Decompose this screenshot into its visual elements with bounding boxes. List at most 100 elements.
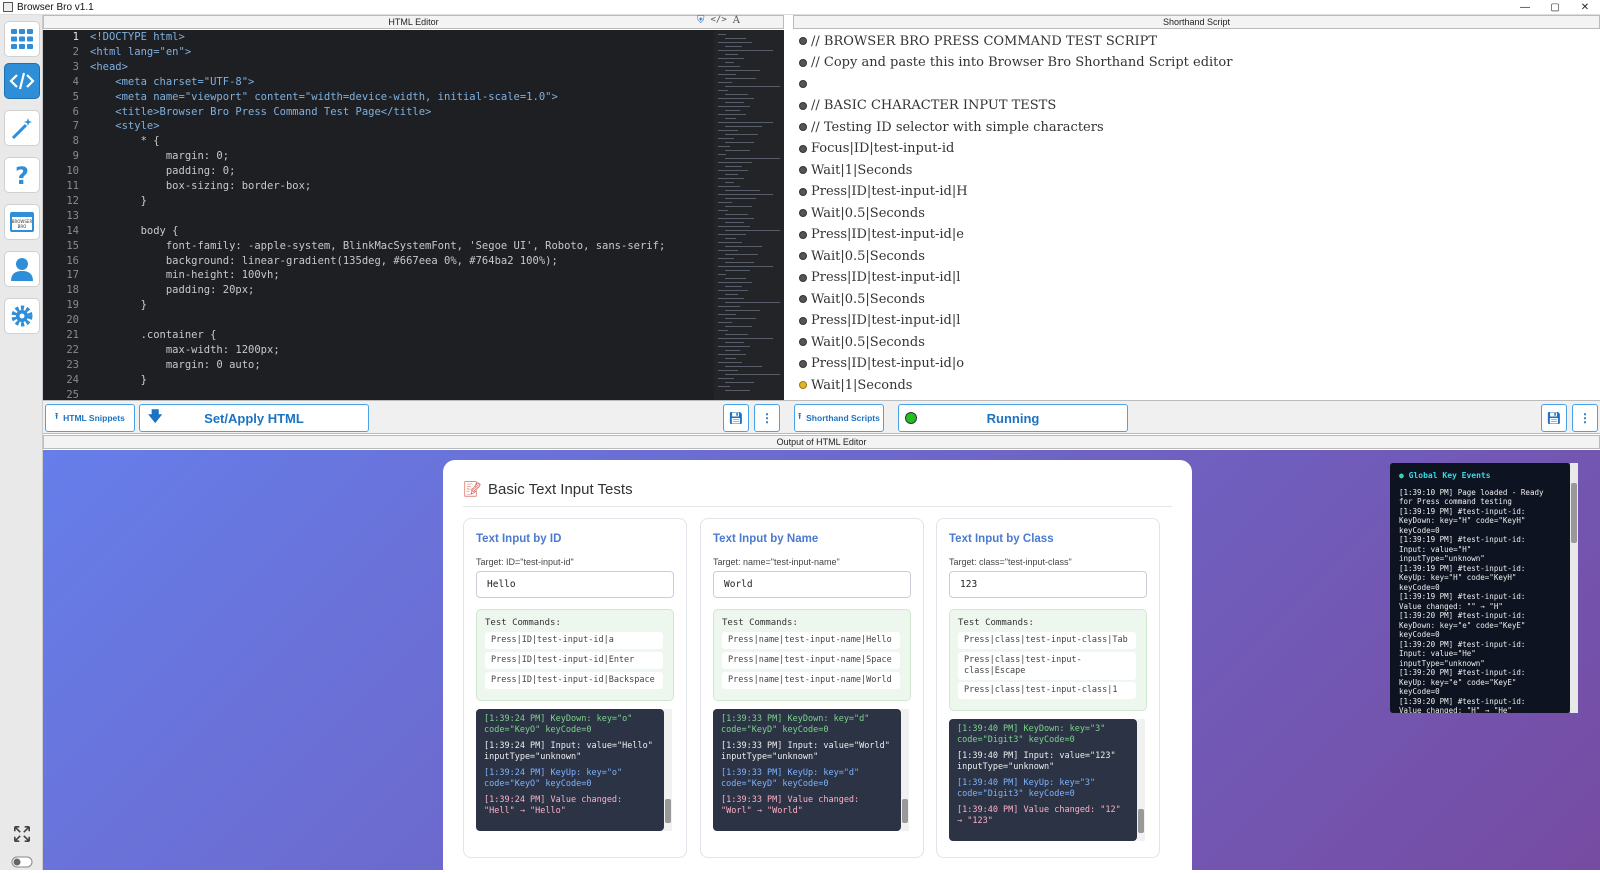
script-line-text: // BASIC CHARACTER INPUT TESTS — [811, 98, 1057, 113]
code-line: padding: 20px; — [90, 284, 255, 297]
global-log-entry: [1:39:20 PM] #test-input-id: Input: valu… — [1399, 639, 1526, 668]
script-line[interactable] — [799, 74, 811, 94]
commands-label: Test Commands: — [485, 618, 561, 628]
script-line[interactable]: // BASIC CHARACTER INPUT TESTS — [799, 96, 1056, 116]
line-number: 17 — [66, 269, 79, 282]
line-number: 21 — [66, 329, 79, 341]
script-more-button[interactable]: ⋮ — [1572, 404, 1598, 432]
breakpoint-dot-icon[interactable] — [799, 295, 807, 303]
code-line: background: linear-gradient(135deg, #667… — [90, 254, 558, 267]
breakpoint-dot-icon[interactable] — [799, 101, 807, 110]
script-line[interactable]: Press|ID|test-input-id|l — [799, 268, 960, 288]
save-script-button[interactable]: 💾︎ — [1541, 404, 1567, 432]
global-log-scrollbar[interactable] — [1570, 463, 1578, 713]
breakpoint-dot-icon[interactable] — [799, 338, 807, 346]
script-line[interactable]: Wait|0.5|Seconds — [799, 289, 925, 309]
global-key-events-log: ● Global Key Events [1:39:10 PM] Page lo… — [1390, 463, 1570, 713]
breakpoint-dot-icon[interactable] — [799, 144, 807, 153]
breakpoint-dot-icon[interactable] — [799, 58, 807, 67]
breakpoint-dot-icon[interactable] — [799, 80, 807, 88]
shield-icon[interactable]: ⛨ — [697, 15, 705, 29]
script-line[interactable]: Focus|ID|test-input-id — [799, 139, 954, 159]
status-indicator-icon — [905, 412, 917, 424]
shorthand-script-title: Shorthand Script — [793, 15, 1600, 29]
script-line-text: Focus|ID|test-input-id — [811, 141, 955, 156]
svg-text:?: ? — [15, 162, 29, 188]
breakpoint-dot-icon[interactable] — [799, 359, 807, 368]
script-line[interactable]: Wait|0.5|Seconds — [799, 332, 925, 352]
breakpoint-dot-icon[interactable] — [799, 316, 807, 325]
html-code-editor[interactable]: 1 <!DOCTYPE html> 2 <html lang="en"> 3 <head>… — [43, 30, 784, 400]
breakpoint-dot-icon[interactable] — [799, 273, 807, 282]
code-line: } — [90, 194, 147, 207]
save-html-button[interactable]: 💾︎ — [723, 404, 749, 432]
breakpoint-dot-icon[interactable] — [799, 209, 807, 217]
global-log-entry: [1:39:20 PM] #test-input-id: KeyUp: key=… — [1399, 668, 1526, 696]
sidebar-magic-button[interactable] — [4, 110, 40, 146]
global-log-entry: [1:39:20 PM] #test-input-id: Value chang… — [1399, 696, 1526, 714]
commands-label: Test Commands: — [958, 618, 1034, 628]
settings-gear-icon — [11, 305, 33, 327]
event-log-scrollbar[interactable] — [664, 709, 672, 831]
script-line[interactable]: Press|ID|test-input-id|H — [799, 182, 968, 202]
code-view-icon[interactable]: </> — [711, 15, 727, 29]
script-line[interactable]: // BROWSER BRO PRESS COMMAND TEST SCRIPT — [799, 31, 1157, 51]
breakpoint-dot-icon[interactable] — [799, 252, 807, 260]
upload-icon: ⭱ — [798, 411, 802, 421]
line-number: 15 — [66, 239, 79, 252]
run-status-button[interactable]: Running — [898, 404, 1128, 432]
minimize-button[interactable]: — — [1510, 0, 1540, 15]
script-line[interactable]: Wait|0.5|Seconds — [799, 203, 925, 223]
maximize-button[interactable]: ▢ — [1540, 0, 1570, 15]
breakpoint-dot-icon[interactable] — [799, 187, 807, 196]
script-line[interactable]: Press|ID|test-input-id|e — [799, 225, 964, 245]
sidebar-browser-bro-button[interactable]: BROWSER BRO — [4, 204, 40, 240]
code-line: margin: 0 auto; — [90, 358, 261, 371]
breakpoint-dot-icon[interactable] — [799, 123, 807, 131]
expand-icon[interactable] — [11, 823, 33, 845]
html-snippets-button[interactable]: ⭱ HTML Snippets — [45, 404, 135, 432]
close-button[interactable]: ✕ — [1570, 0, 1600, 15]
font-icon[interactable]: A — [733, 15, 740, 29]
breakpoint-dot-icon[interactable] — [799, 166, 807, 174]
sidebar-settings-button[interactable] — [4, 298, 40, 334]
breakpoint-dot-icon[interactable] — [799, 381, 807, 389]
global-log-title: ● Global Key Events — [1399, 471, 1491, 480]
event-log-scrollbar[interactable] — [901, 709, 909, 831]
script-line[interactable]: // Copy and paste this into Browser Bro … — [799, 53, 1232, 73]
log-entry: [1:39:40 PM] KeyUp: key="3" code="Digit3… — [957, 778, 1096, 799]
script-line[interactable]: Press|ID|test-input-id|l — [799, 311, 960, 331]
code-line: max-width: 1200px; — [90, 343, 280, 356]
script-line[interactable]: Wait|0.5|Seconds — [799, 246, 925, 266]
sidebar-apps-button[interactable] — [4, 21, 40, 57]
code-line: } — [90, 299, 147, 312]
script-line[interactable]: Press|ID|test-input-id|o — [799, 354, 964, 374]
test-input-field[interactable]: Hello — [476, 571, 674, 598]
breakpoint-dot-icon[interactable] — [799, 37, 807, 45]
user-icon — [11, 258, 33, 281]
test-command: Press|ID|test-input-id|a — [485, 632, 663, 649]
script-line-text: Wait|0.5|Seconds — [811, 248, 925, 264]
code-line: <meta charset="UTF-8"> — [90, 75, 255, 88]
script-line-text: // Copy and paste this into Browser Bro … — [811, 55, 1233, 70]
apps-grid-icon — [11, 29, 33, 49]
global-log-entry: [1:39:19 PM] #test-input-id: Value chang… — [1399, 592, 1526, 611]
test-input-field[interactable]: World — [713, 571, 911, 598]
test-input-field[interactable]: 123 — [949, 571, 1147, 598]
event-log-scrollbar[interactable] — [1137, 719, 1145, 841]
set-apply-html-button[interactable]: 🡇 Set/Apply HTML — [139, 404, 369, 432]
code-minimap[interactable] — [714, 30, 784, 400]
sidebar-user-button[interactable] — [4, 251, 40, 287]
line-number: 1 — [72, 31, 79, 43]
script-line[interactable]: // Testing ID selector with simple chara… — [799, 117, 1104, 137]
script-line[interactable]: Wait|1|Seconds — [799, 160, 912, 180]
sidebar-help-button[interactable]: ? — [4, 157, 40, 193]
line-number: 16 — [66, 254, 79, 267]
more-vertical-icon: ⋮ — [761, 411, 773, 425]
script-line[interactable]: Wait|1|Seconds — [799, 375, 912, 395]
sidebar-code-button[interactable] — [4, 63, 40, 99]
shorthand-scripts-button[interactable]: ⭱ Shorthand Scripts — [794, 404, 884, 432]
html-more-button[interactable]: ⋮ — [754, 404, 780, 432]
breakpoint-dot-icon[interactable] — [799, 230, 807, 239]
shorthand-script-editor[interactable]: // BROWSER BRO PRESS COMMAND TEST SCRIPT… — [793, 30, 1599, 400]
